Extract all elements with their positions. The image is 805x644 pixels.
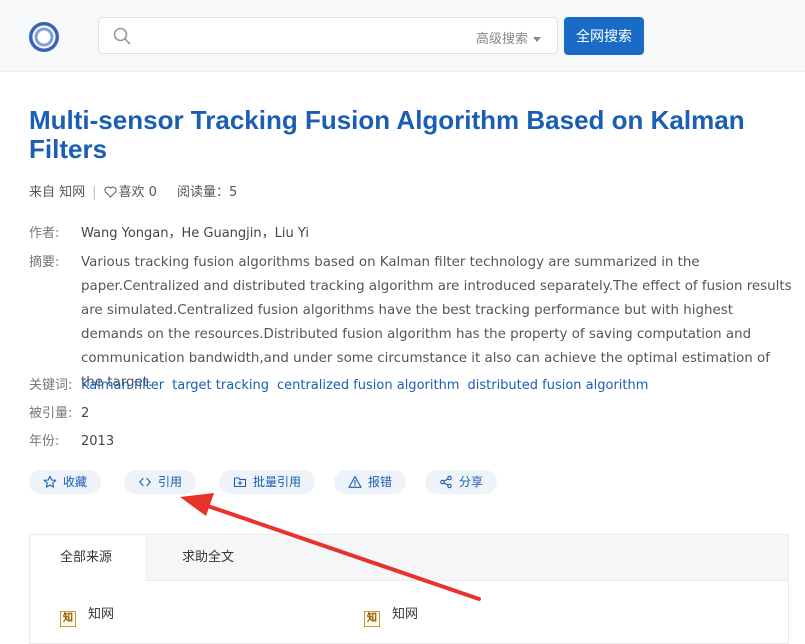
cite-label: 引用 (158, 475, 183, 489)
source-item[interactable]: 知知网 (364, 603, 418, 627)
site-logo-icon[interactable] (29, 22, 59, 52)
source-name: 知网 (392, 607, 419, 622)
star-icon (43, 475, 57, 488)
abstract-label: 摘要: (29, 255, 60, 270)
batch-cite-button[interactable]: 批量引用 (219, 470, 316, 494)
report-error-button[interactable]: 报错 (334, 470, 407, 494)
favorite-button[interactable]: 收藏 (29, 470, 102, 494)
read-count: 阅读量：5 (176, 185, 238, 200)
tab-request-fulltext[interactable]: 求助全文 (182, 535, 234, 581)
likes-count: 喜欢 0 (118, 185, 157, 200)
meta-divider: | (92, 185, 97, 200)
share-label: 分享 (459, 475, 484, 489)
cited-label: 被引量: (29, 406, 73, 421)
year-value: 2013 (81, 434, 115, 449)
batch-cite-label: 批量引用 (253, 475, 302, 489)
keywords-list: Kalman filter target tracking centralized … (81, 374, 656, 398)
heart-icon (103, 186, 117, 198)
search-icon (113, 27, 131, 45)
search-input[interactable] (143, 24, 463, 48)
source-prefix: 来自 知网 (29, 185, 86, 200)
keywords-label: 关键词: (29, 378, 73, 393)
keyword-link[interactable]: distributed fusion algorithm (467, 378, 648, 393)
cite-button[interactable]: 引用 (124, 470, 197, 494)
search-box[interactable]: 高级搜索 (98, 17, 558, 54)
warning-icon (348, 475, 362, 488)
authors-label: 作者: (29, 226, 60, 241)
page-title: Multi-sensor Tracking Fusion Algorithm B… (29, 105, 745, 164)
cnki-logo-icon: 知 (364, 611, 380, 627)
code-brackets-icon (139, 477, 151, 487)
source-item[interactable]: 知知网 (60, 603, 114, 627)
share-icon (440, 475, 452, 489)
keyword-link[interactable]: Kalman filter (81, 378, 164, 393)
folder-add-icon (233, 477, 247, 488)
keyword-link[interactable]: centralized fusion algorithm (277, 378, 460, 393)
cited-count[interactable]: 2 (81, 402, 89, 426)
advanced-search-dropdown[interactable]: 高级搜索 (476, 28, 541, 47)
annotation-arrow-head (180, 493, 214, 516)
report-error-label: 报错 (368, 475, 393, 489)
share-button[interactable]: 分享 (425, 470, 498, 494)
year-label: 年份: (29, 434, 60, 449)
like-toggle[interactable]: 喜欢 0 (103, 185, 157, 200)
favorite-label: 收藏 (63, 475, 88, 489)
article-meta: 来自 知网 | 喜欢 0 阅读量：5 (29, 181, 237, 200)
source-panel: 全部来源 求助全文 知知网 知知网 (29, 534, 789, 644)
cnki-logo-icon: 知 (60, 611, 76, 627)
source-name: 知网 (88, 607, 115, 622)
advanced-search-label: 高级搜索 (475, 32, 528, 47)
chevron-down-icon (533, 37, 541, 42)
search-button[interactable]: 全网搜索 (564, 17, 644, 55)
authors-value[interactable]: Wang Yongan，He Guangjin，Liu Yi (81, 222, 309, 246)
top-header: 高级搜索 全网搜索 (0, 0, 805, 72)
source-tabs: 全部来源 求助全文 (30, 535, 788, 582)
keyword-link[interactable]: target tracking (172, 378, 269, 393)
tab-all-sources[interactable]: 全部来源 (30, 535, 145, 582)
